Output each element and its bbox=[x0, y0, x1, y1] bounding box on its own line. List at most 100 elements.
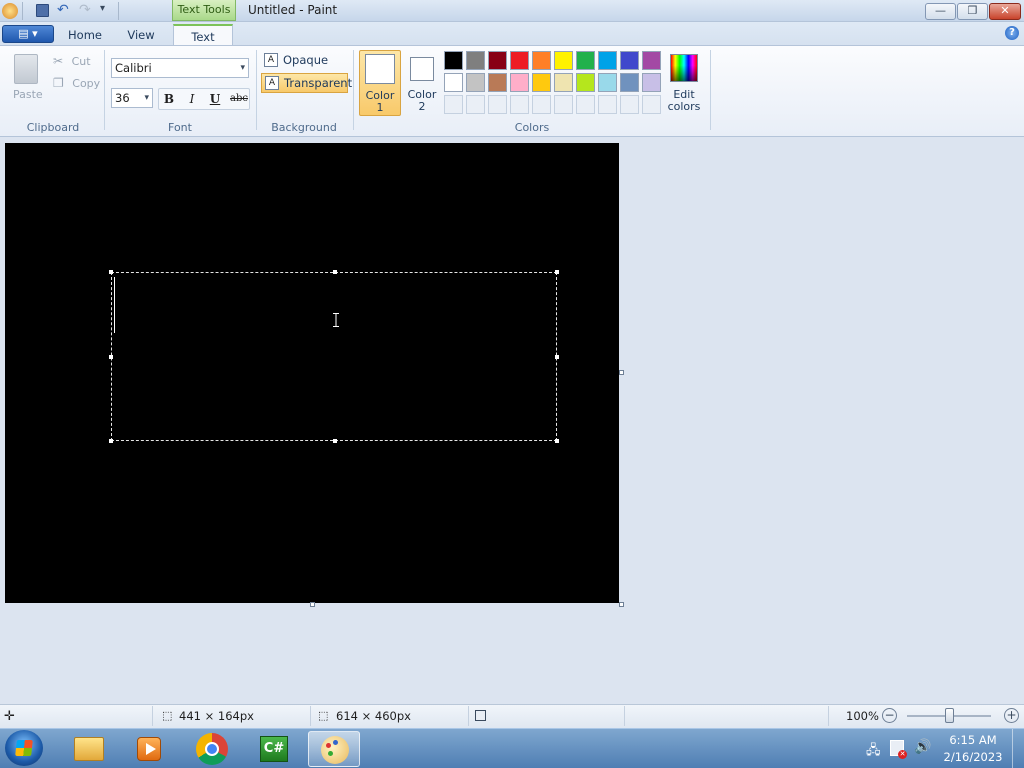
color1-button[interactable]: Color 1 bbox=[359, 50, 401, 116]
palette-swatch[interactable] bbox=[576, 51, 595, 70]
bold-button[interactable]: B bbox=[159, 89, 179, 109]
save-icon[interactable] bbox=[36, 4, 49, 17]
paint-app-icon[interactable] bbox=[2, 3, 18, 19]
transparent-icon: A bbox=[265, 76, 279, 90]
tab-view[interactable]: View bbox=[118, 24, 164, 46]
canvas-resize-handle-corner[interactable] bbox=[619, 602, 624, 607]
ibeam-cursor-icon bbox=[333, 313, 339, 327]
volume-icon[interactable]: 🔊 bbox=[914, 739, 931, 755]
cursor-position-icon: ✛ bbox=[4, 709, 15, 724]
italic-button[interactable]: I bbox=[182, 89, 202, 109]
palette-swatch[interactable] bbox=[532, 73, 551, 92]
palette-swatch[interactable] bbox=[642, 73, 661, 92]
custom-color-slot[interactable] bbox=[576, 95, 595, 114]
font-family-value: Calibri bbox=[115, 61, 152, 75]
palette-swatch[interactable] bbox=[466, 73, 485, 92]
underline-button[interactable]: U bbox=[205, 89, 225, 109]
text-box-handle[interactable] bbox=[555, 270, 559, 274]
zoom-out-button[interactable]: − bbox=[882, 708, 897, 723]
taskbar-file-explorer[interactable] bbox=[64, 731, 116, 767]
text-input-box[interactable] bbox=[111, 272, 557, 441]
copy-label: Copy bbox=[72, 77, 101, 90]
taskbar-csharp-app[interactable]: C# bbox=[248, 731, 300, 767]
paste-button: Paste bbox=[8, 52, 44, 104]
text-box-handle[interactable] bbox=[555, 355, 559, 359]
palette-swatch[interactable] bbox=[642, 51, 661, 70]
undo-icon[interactable]: ↶ bbox=[57, 2, 69, 18]
text-box-handle[interactable] bbox=[555, 439, 559, 443]
cut-label: Cut bbox=[71, 55, 91, 68]
status-separator bbox=[310, 706, 311, 726]
scissors-icon: ✂ bbox=[53, 54, 64, 68]
taskbar-media-player[interactable] bbox=[124, 731, 176, 767]
network-icon[interactable]: 🖧 bbox=[866, 741, 881, 763]
palette-swatch[interactable] bbox=[488, 73, 507, 92]
opaque-button[interactable]: A Opaque bbox=[261, 51, 347, 71]
status-separator bbox=[828, 706, 829, 726]
strikethrough-button[interactable]: abc bbox=[228, 89, 250, 109]
transparent-button[interactable]: A Transparent bbox=[261, 73, 352, 93]
clock-date[interactable]: 2/16/2023 bbox=[938, 750, 1008, 764]
restore-button[interactable]: ❐ bbox=[957, 3, 988, 20]
custom-color-slot[interactable] bbox=[620, 95, 639, 114]
palette-swatch[interactable] bbox=[444, 73, 463, 92]
palette-swatch[interactable] bbox=[554, 51, 573, 70]
paint-menu-button[interactable]: ▤ ▾ bbox=[2, 25, 54, 43]
custom-color-slot[interactable] bbox=[488, 95, 507, 114]
clipboard-group-label: Clipboard bbox=[26, 121, 80, 134]
selection-size-value: 441 × 164px bbox=[179, 709, 254, 723]
color1-swatch bbox=[365, 54, 395, 84]
palette-swatch[interactable] bbox=[488, 51, 507, 70]
copy-icon: ❐ bbox=[53, 76, 64, 90]
taskbar-chrome[interactable] bbox=[186, 731, 238, 767]
custom-color-slot[interactable] bbox=[466, 95, 485, 114]
clock-time[interactable]: 6:15 AM bbox=[938, 733, 1008, 747]
palette-swatch[interactable] bbox=[510, 51, 529, 70]
zoom-slider-thumb[interactable] bbox=[945, 708, 954, 723]
color2-swatch bbox=[410, 57, 434, 81]
palette-swatch[interactable] bbox=[620, 73, 639, 92]
action-center-icon[interactable]: ✕ bbox=[890, 740, 907, 759]
close-button[interactable]: ✕ bbox=[989, 3, 1021, 20]
opaque-label: Opaque bbox=[283, 53, 329, 67]
start-orb-icon[interactable] bbox=[5, 730, 43, 766]
palette-swatch[interactable] bbox=[532, 51, 551, 70]
custom-color-slot[interactable] bbox=[510, 95, 529, 114]
custom-color-slot[interactable] bbox=[554, 95, 573, 114]
canvas-resize-handle-bottom[interactable] bbox=[310, 602, 315, 607]
color2-button[interactable]: Color 2 bbox=[404, 50, 440, 116]
palette-swatch[interactable] bbox=[554, 73, 573, 92]
help-icon[interactable]: ? bbox=[1005, 26, 1019, 40]
palette-swatch[interactable] bbox=[510, 73, 529, 92]
colors-group-label: Colors bbox=[514, 121, 550, 134]
palette-swatch[interactable] bbox=[598, 51, 617, 70]
custom-color-slot[interactable] bbox=[642, 95, 661, 114]
palette-swatch[interactable] bbox=[598, 73, 617, 92]
text-box-handle[interactable] bbox=[109, 355, 113, 359]
text-box-handle[interactable] bbox=[333, 439, 337, 443]
font-size-select[interactable]: 36 ▾ bbox=[111, 88, 153, 108]
custom-color-slot[interactable] bbox=[532, 95, 551, 114]
palette-swatch[interactable] bbox=[466, 51, 485, 70]
edit-colors-button[interactable]: Edit colors bbox=[666, 50, 702, 116]
palette-swatch[interactable] bbox=[576, 73, 595, 92]
text-box-handle[interactable] bbox=[109, 439, 113, 443]
group-separator bbox=[353, 50, 354, 130]
quick-access-dropdown-icon[interactable]: ▾ bbox=[100, 3, 105, 14]
custom-color-slot[interactable] bbox=[598, 95, 617, 114]
zoom-in-button[interactable]: + bbox=[1004, 708, 1019, 723]
canvas-resize-handle-right[interactable] bbox=[619, 370, 624, 375]
text-box-handle[interactable] bbox=[333, 270, 337, 274]
tab-home[interactable]: Home bbox=[62, 24, 108, 46]
file-size-icon bbox=[475, 710, 486, 721]
minimize-button[interactable]: — bbox=[925, 3, 956, 20]
status-separator bbox=[152, 706, 153, 726]
palette-swatch[interactable] bbox=[444, 51, 463, 70]
palette-swatch[interactable] bbox=[620, 51, 639, 70]
text-box-handle[interactable] bbox=[109, 270, 113, 274]
custom-color-slot[interactable] bbox=[444, 95, 463, 114]
taskbar-paint[interactable] bbox=[308, 731, 360, 767]
show-desktop-button[interactable] bbox=[1012, 729, 1024, 768]
font-family-select[interactable]: Calibri ▾ bbox=[111, 58, 249, 78]
tab-text[interactable]: Text bbox=[173, 24, 233, 46]
